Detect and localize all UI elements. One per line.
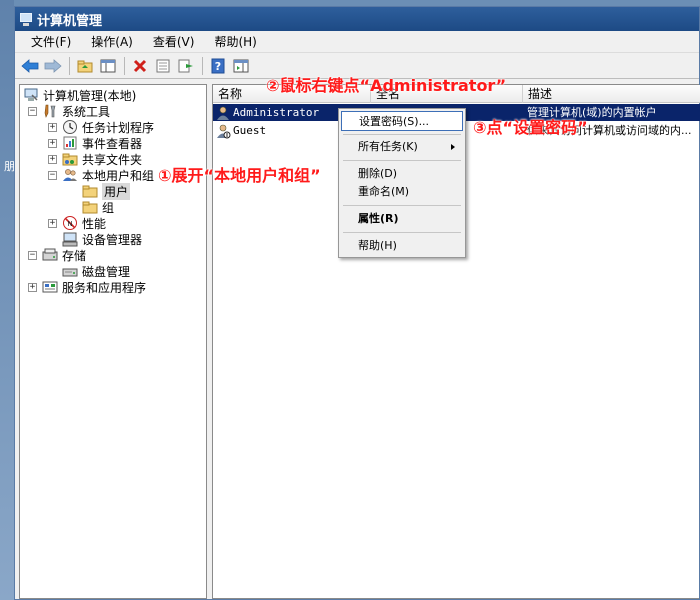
menu-all-tasks-label: 所有任务(K) [358, 140, 418, 153]
tree-system-tools[interactable]: − 系统工具 [28, 103, 110, 119]
folder-icon [82, 183, 98, 199]
context-menu: 设置密码(S)... 所有任务(K) 删除(D) 重命名(M) 属性(R) 帮助… [338, 108, 466, 258]
annotation-step2: ②鼠标右键点“Administrator” [266, 76, 507, 95]
services-icon [42, 279, 58, 295]
annotation-step1: ①展开“本地用户和组” [158, 166, 321, 185]
shared-folder-icon [62, 151, 78, 167]
toolbar-separator [69, 56, 70, 75]
collapse-toggle[interactable]: − [48, 170, 57, 180]
tree-task-scheduler-label: 任务计划程序 [82, 120, 155, 135]
menu-action[interactable]: 操作(A) [83, 31, 141, 52]
menu-delete[interactable]: 删除(D) [341, 164, 463, 184]
toolbar-separator [202, 56, 203, 75]
tree-disk-management[interactable]: 磁盘管理 [62, 263, 130, 279]
tree-groups-label: 组 [102, 200, 115, 215]
tree-task-scheduler[interactable]: + 任务计划程序 [48, 119, 154, 135]
menu-help-item[interactable]: 帮助(H) [341, 236, 463, 256]
action-pane-icon[interactable] [230, 55, 252, 77]
delete-icon[interactable] [129, 55, 151, 77]
disk-management-icon [62, 263, 78, 279]
tree-performance-label: 性能 [82, 216, 107, 231]
tree-device-manager-label: 设备管理器 [82, 232, 143, 247]
tree-services-apps-label: 服务和应用程序 [62, 280, 147, 295]
event-viewer-icon [62, 135, 78, 151]
expand-toggle[interactable]: + [28, 282, 37, 292]
collapse-toggle[interactable]: − [28, 250, 37, 260]
tree-event-viewer-label: 事件查看器 [82, 136, 143, 151]
tree-event-viewer[interactable]: + 事件查看器 [48, 135, 142, 151]
tree-performance[interactable]: + N 性能 [48, 215, 106, 231]
menu-rename[interactable]: 重命名(M) [341, 182, 463, 202]
tree-disk-management-label: 磁盘管理 [82, 264, 131, 279]
menu-separator [343, 232, 461, 233]
export-list-icon[interactable] [175, 55, 197, 77]
tree-users[interactable]: 用户 [82, 182, 131, 200]
menu-all-tasks[interactable]: 所有任务(K) [341, 137, 463, 157]
users-group-icon [62, 167, 78, 183]
tree-storage[interactable]: − 存储 [28, 247, 86, 263]
menu-separator [343, 134, 461, 135]
tree-storage-label: 存储 [62, 248, 87, 263]
toolbar-separator [124, 56, 125, 75]
tree-shared-folders-label: 共享文件夹 [82, 152, 143, 167]
menu-set-password[interactable]: 设置密码(S)... [341, 111, 463, 131]
computer-management-icon [23, 87, 39, 103]
show-hide-tree-icon[interactable] [97, 55, 119, 77]
expand-toggle[interactable]: + [48, 154, 57, 164]
tree-services-apps[interactable]: + 服务和应用程序 [28, 279, 146, 295]
properties-icon[interactable] [152, 55, 174, 77]
menu-properties[interactable]: 属性(R) [341, 209, 463, 229]
device-manager-icon [62, 231, 78, 247]
menu-bar: 文件(F) 操作(A) 查看(V) 帮助(H) [15, 31, 699, 53]
expand-toggle[interactable]: + [48, 138, 57, 148]
tree-root[interactable]: 计算机管理(本地) [23, 87, 136, 103]
tree-root-label: 计算机管理(本地) [43, 88, 137, 103]
performance-icon: N [62, 215, 78, 231]
expand-toggle[interactable]: + [48, 122, 57, 132]
back-arrow-icon[interactable] [19, 55, 41, 77]
folder-icon [82, 199, 98, 215]
menu-file[interactable]: 文件(F) [23, 31, 79, 52]
title-bar[interactable]: 计算机管理 [15, 7, 699, 31]
menu-separator [343, 160, 461, 161]
column-description[interactable]: 描述 [523, 85, 700, 103]
collapse-toggle[interactable]: − [28, 106, 37, 116]
tree-system-tools-label: 系统工具 [62, 104, 111, 119]
svg-text:?: ? [215, 60, 221, 73]
menu-help[interactable]: 帮助(H) [206, 31, 264, 52]
menu-view[interactable]: 查看(V) [145, 31, 203, 52]
expand-toggle[interactable]: + [48, 218, 57, 228]
tree-device-manager[interactable]: 设备管理器 [62, 231, 142, 247]
svg-text:N: N [67, 220, 72, 228]
tree-users-label: 用户 [102, 182, 131, 200]
help-icon[interactable]: ? [207, 55, 229, 77]
tree-shared-folders[interactable]: + 共享文件夹 [48, 151, 142, 167]
up-folder-icon[interactable] [74, 55, 96, 77]
computer-management-icon [19, 12, 33, 26]
tools-icon [42, 103, 58, 119]
storage-icon [42, 247, 58, 263]
window-title: 计算机管理 [37, 13, 103, 29]
clock-icon [62, 119, 78, 135]
tree-local-users-groups-label: 本地用户和组 [82, 168, 155, 183]
annotation-step3: ③点“设置密码” [473, 118, 588, 137]
user-disabled-icon [215, 123, 231, 139]
menu-separator [343, 205, 461, 206]
desktop-strip: 朋 [0, 0, 15, 600]
tree-local-users-groups[interactable]: − 本地用户和组 [48, 167, 154, 183]
tree-groups[interactable]: 组 [82, 199, 114, 215]
user-icon [215, 105, 231, 121]
submenu-arrow-icon [451, 144, 455, 150]
forward-arrow-icon[interactable] [42, 55, 64, 77]
